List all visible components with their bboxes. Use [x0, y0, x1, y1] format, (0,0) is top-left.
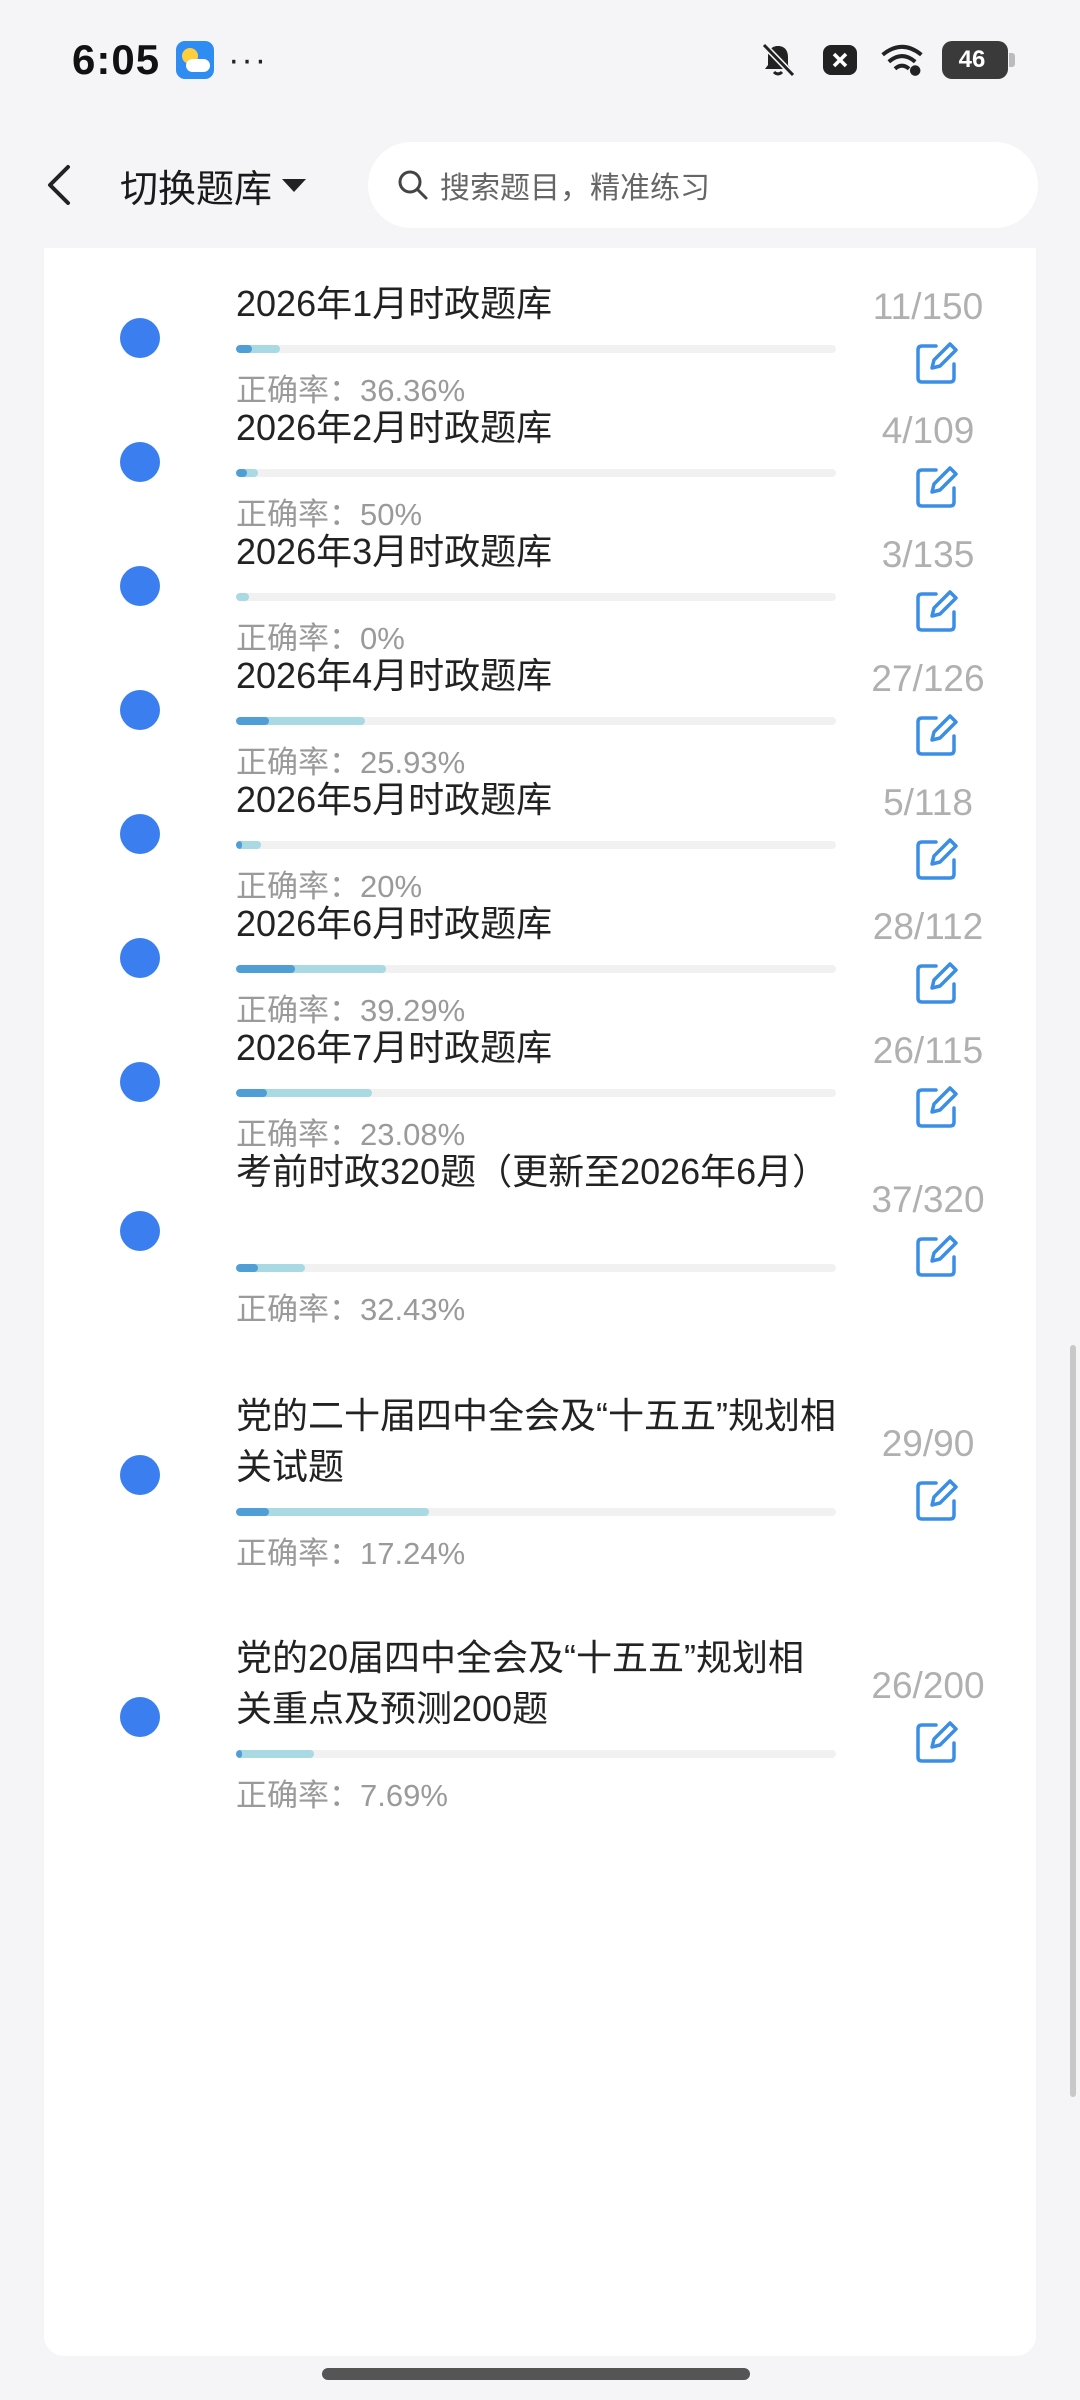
progress-count: 26/200 — [871, 1665, 985, 1706]
status-bar: 6:05 ··· 46 — [0, 0, 1080, 120]
home-indicator[interactable] — [322, 2368, 750, 2380]
more-notifications-icon: ··· — [228, 40, 269, 79]
edit-practice-button[interactable] — [914, 588, 960, 634]
item-title: 2026年2月时政题库 — [236, 407, 553, 448]
progress-correct-fill — [236, 1508, 270, 1516]
progress-count: 28/112 — [872, 906, 984, 947]
edit-icon — [916, 466, 958, 508]
accuracy-text: 正确率：7.69% — [236, 1778, 448, 1813]
progress-done-fill — [236, 1750, 314, 1758]
edit-icon — [916, 838, 958, 880]
progress-done-fill — [236, 593, 250, 601]
accuracy-text: 正确率：17.24% — [236, 1536, 466, 1571]
progress-track — [236, 1750, 836, 1758]
progress-track — [236, 965, 836, 973]
edit-icon — [916, 342, 958, 384]
status-dot — [120, 442, 160, 482]
switch-question-bank-button[interactable]: 切换题库 — [120, 158, 307, 213]
progress-correct-fill — [236, 469, 247, 477]
progress-count: 3/135 — [881, 534, 975, 575]
status-dot — [120, 1697, 160, 1737]
progress-correct-fill — [236, 1089, 268, 1097]
bell-muted-icon — [756, 40, 800, 80]
progress-correct-fill — [236, 1264, 259, 1272]
progress-track — [236, 469, 836, 477]
item-title: 2026年1月时政题库 — [236, 283, 553, 324]
progress-count: 27/126 — [871, 658, 985, 699]
progress-track — [236, 1508, 836, 1516]
edit-icon — [916, 962, 958, 1004]
accuracy-text: 正确率：32.43% — [236, 1292, 466, 1327]
status-dot — [120, 1062, 160, 1102]
status-icons: 46 — [756, 40, 1015, 80]
status-dot — [120, 938, 160, 978]
progress-correct-fill — [236, 965, 295, 973]
progress-track — [236, 345, 836, 353]
item-title: 2026年6月时政题库 — [236, 903, 553, 944]
switch-bank-label: 切换题库 — [120, 168, 273, 211]
chevron-left-icon — [48, 165, 70, 205]
status-dot — [120, 1455, 160, 1495]
progress-count: 26/115 — [872, 1030, 984, 1071]
item-title: 考前时政320题（更新至2026年6月） — [236, 1151, 829, 1192]
progress-track — [236, 593, 836, 601]
progress-track — [236, 841, 836, 849]
top-bar: 切换题库 搜索题目，精准练习 — [0, 130, 1080, 240]
edit-practice-button[interactable] — [914, 712, 960, 758]
edit-practice-button[interactable] — [914, 836, 960, 882]
edit-practice-button[interactable] — [914, 960, 960, 1006]
edit-practice-button[interactable] — [914, 340, 960, 386]
no-sim-icon — [818, 40, 862, 80]
search-input[interactable]: 搜索题目，精准练习 — [368, 142, 1038, 228]
item-title: 党的二十届四中全会及“十五五”规划相关试题 — [236, 1395, 836, 1487]
status-dot — [120, 814, 160, 854]
edit-icon — [916, 1721, 958, 1763]
back-button[interactable] — [44, 155, 84, 215]
edit-practice-button[interactable] — [914, 1477, 960, 1523]
item-title: 2026年3月时政题库 — [236, 531, 553, 572]
item-title: 党的20届四中全会及“十五五”规划相关重点及预测200题 — [236, 1637, 805, 1729]
question-bank-list: 2026年1月时政题库 正确率：36.36% 11/150 2026年2月时政题库 正确… — [44, 248, 1036, 2356]
status-dot — [120, 566, 160, 606]
progress-correct-fill — [236, 841, 242, 849]
item-title: 2026年7月时政题库 — [236, 1027, 553, 1068]
progress-count: 37/320 — [871, 1179, 985, 1220]
progress-count: 11/150 — [872, 286, 984, 327]
search-icon — [398, 170, 428, 200]
battery-indicator: 46 — [942, 41, 1015, 79]
weather-app-icon — [176, 41, 215, 79]
edit-icon — [916, 590, 958, 632]
progress-track — [236, 1264, 836, 1272]
progress-count: 4/109 — [881, 410, 975, 451]
status-dot — [120, 690, 160, 730]
progress-correct-fill — [236, 717, 270, 725]
edit-icon — [916, 1479, 958, 1521]
edit-icon — [916, 1086, 958, 1128]
progress-count: 29/90 — [881, 1423, 975, 1464]
progress-track — [236, 717, 836, 725]
edit-practice-button[interactable] — [914, 1084, 960, 1130]
edit-practice-button[interactable] — [914, 1233, 960, 1279]
progress-correct-fill — [236, 345, 252, 353]
status-time: 6:05 — [72, 36, 161, 83]
progress-track — [236, 1089, 836, 1097]
item-title: 2026年4月时政题库 — [236, 655, 553, 696]
scrollbar[interactable] — [1070, 1345, 1076, 2097]
progress-correct-fill — [236, 1750, 242, 1758]
edit-practice-button[interactable] — [914, 464, 960, 510]
progress-count: 5/118 — [883, 782, 973, 823]
item-title: 2026年5月时政题库 — [236, 779, 553, 820]
edit-practice-button[interactable] — [914, 1719, 960, 1765]
edit-icon — [916, 714, 958, 756]
wifi-icon — [880, 40, 924, 80]
status-dot — [120, 1211, 160, 1251]
edit-icon — [916, 1235, 958, 1277]
status-dot — [120, 318, 160, 358]
caret-down-icon — [282, 178, 307, 192]
search-placeholder: 搜索题目，精准练习 — [440, 172, 710, 205]
